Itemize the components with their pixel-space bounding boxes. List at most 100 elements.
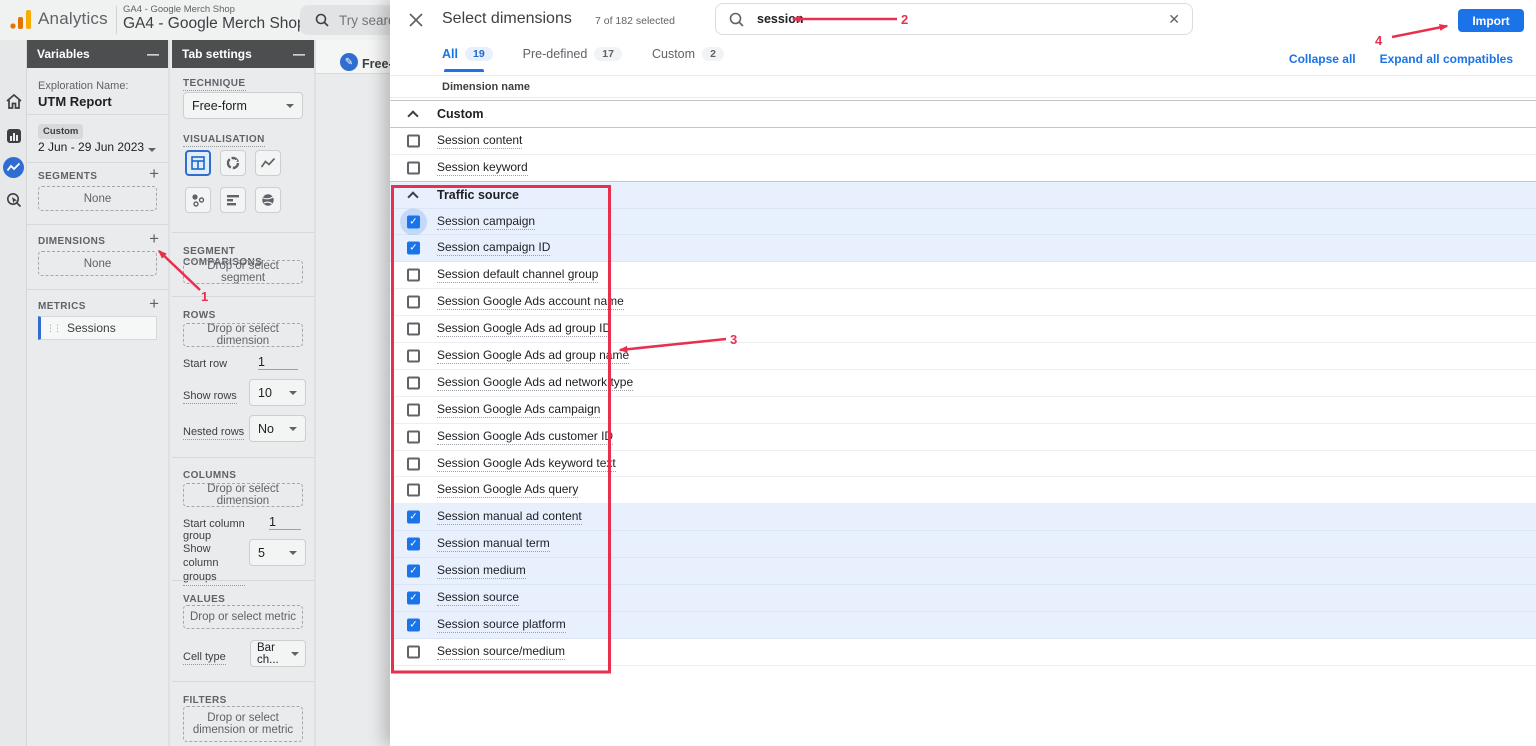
dimension-label[interactable]: Session Google Ads account name — [437, 294, 624, 310]
dimension-row[interactable]: ✓ Session manual ad content — [390, 504, 1536, 531]
minimize-icon[interactable]: — — [293, 47, 304, 61]
reports-icon[interactable] — [4, 126, 23, 145]
collapse-all-link[interactable]: Collapse all — [1289, 52, 1356, 66]
dimension-label[interactable]: Session manual ad content — [437, 509, 582, 525]
checkbox-unchecked[interactable] — [407, 376, 420, 389]
dimension-row[interactable]: ✓Session manual term — [390, 531, 1536, 558]
dimension-row[interactable]: ✓ Session source platform — [390, 612, 1536, 639]
tab-custom[interactable]: Custom 2 — [652, 47, 724, 61]
dimension-label[interactable]: Session Google Ads ad network type — [437, 375, 633, 391]
values-drop-zone[interactable]: Drop or select metric — [183, 605, 303, 629]
chevron-up-icon[interactable] — [407, 110, 418, 121]
home-icon[interactable] — [4, 92, 23, 111]
show-rows-select[interactable]: 10 — [249, 379, 306, 406]
dimension-row[interactable]: Session Google Ads ad group ID — [390, 316, 1536, 343]
dimension-label[interactable]: Session campaign — [437, 214, 535, 230]
dimension-label[interactable]: Session source platform — [437, 617, 566, 633]
dimension-row[interactable]: ✓ Session source — [390, 585, 1536, 612]
checkbox-unchecked[interactable] — [407, 645, 420, 658]
dimension-row[interactable]: ✓ Session campaign — [390, 209, 1536, 236]
drag-handle-icon[interactable]: ⋮⋮ — [46, 323, 60, 334]
dimension-row[interactable]: Session content — [390, 128, 1536, 155]
dimension-row[interactable]: Session Google Ads account name — [390, 289, 1536, 316]
minimize-icon[interactable]: — — [147, 47, 158, 61]
checkbox-checked[interactable]: ✓ — [407, 215, 420, 228]
freeform-tab-icon[interactable]: ✎ — [340, 53, 358, 71]
checkbox-unchecked[interactable] — [407, 269, 420, 282]
add-segment-button[interactable]: + — [149, 167, 159, 181]
checkbox-unchecked[interactable] — [407, 484, 420, 497]
dimension-label[interactable]: Session Google Ads customer ID — [437, 429, 613, 445]
checkbox-unchecked[interactable] — [407, 296, 420, 309]
nested-rows-select[interactable]: No — [249, 415, 306, 442]
checkbox-checked[interactable]: ✓ — [407, 591, 420, 604]
dimension-row[interactable]: Session Google Ads query — [390, 477, 1536, 504]
show-column-groups-select[interactable]: 5 — [249, 539, 306, 566]
segments-drop-zone[interactable]: None — [38, 186, 157, 211]
dimension-label[interactable]: Session Google Ads campaign — [437, 402, 600, 418]
dimension-row[interactable]: ✓ Session medium — [390, 558, 1536, 585]
viz-donut-button[interactable] — [220, 150, 246, 176]
tab-pre-defined[interactable]: Pre-defined 17 — [523, 47, 622, 61]
exploration-name-value[interactable]: UTM Report — [38, 94, 112, 109]
add-metric-button[interactable]: + — [149, 297, 159, 311]
dimension-label[interactable]: Session campaign ID — [437, 240, 550, 256]
dimension-label[interactable]: Session source/medium — [437, 644, 565, 660]
filters-drop-zone[interactable]: Drop or select dimension or metric — [183, 706, 303, 742]
columns-drop-zone[interactable]: Drop or select dimension — [183, 483, 303, 507]
dimension-label[interactable]: Session Google Ads ad group ID — [437, 321, 611, 337]
checkbox-checked[interactable]: ✓ — [407, 511, 420, 524]
checkbox-unchecked[interactable] — [407, 323, 420, 336]
dimension-label[interactable]: Session keyword — [437, 160, 528, 176]
checkbox-checked[interactable]: ✓ — [407, 618, 420, 631]
dimension-label[interactable]: Session medium — [437, 563, 526, 579]
dimension-search-box[interactable]: ✕ — [715, 3, 1193, 35]
dimension-row[interactable]: Session source/medium — [390, 639, 1536, 666]
explore-icon[interactable] — [3, 157, 24, 178]
checkbox-unchecked[interactable] — [407, 457, 420, 470]
tab-all[interactable]: All 19 — [442, 47, 493, 61]
rows-drop-zone[interactable]: Drop or select dimension — [183, 323, 303, 347]
property-switcher[interactable]: GA4 - Google Merch Shop — [123, 15, 306, 33]
viz-bar-button[interactable] — [220, 187, 246, 213]
viz-scatter-button[interactable] — [185, 187, 211, 213]
checkbox-checked[interactable]: ✓ — [407, 242, 420, 255]
dimension-label[interactable]: Session default channel group — [437, 267, 598, 283]
metric-chip-sessions[interactable]: ⋮⋮ Sessions — [38, 316, 157, 340]
dimension-row[interactable]: Session default channel group — [390, 262, 1536, 289]
start-row-input[interactable]: 1 — [258, 355, 298, 370]
advertising-icon[interactable] — [4, 190, 23, 209]
dimension-label[interactable]: Session Google Ads ad group name — [437, 348, 629, 364]
checkbox-unchecked[interactable] — [407, 161, 420, 174]
checkbox-checked[interactable]: ✓ — [407, 538, 420, 551]
checkbox-unchecked[interactable] — [407, 134, 420, 147]
dimension-group-row[interactable]: Custom — [390, 101, 1536, 128]
viz-table-button[interactable] — [185, 150, 211, 176]
viz-geo-button[interactable] — [255, 187, 281, 213]
dimension-label[interactable]: Session Google Ads query — [437, 482, 578, 498]
checkbox-unchecked[interactable] — [407, 349, 420, 362]
dimension-row[interactable]: Session Google Ads ad network type — [390, 370, 1536, 397]
dimension-row[interactable]: Session Google Ads customer ID — [390, 424, 1536, 451]
cell-type-select[interactable]: Bar ch... — [250, 640, 306, 667]
start-column-group-input[interactable]: 1 — [269, 515, 301, 530]
clear-search-icon[interactable]: ✕ — [1168, 11, 1180, 28]
date-range-selector[interactable]: 2 Jun - 29 Jun 2023 — [38, 140, 144, 154]
dimension-row[interactable]: Session Google Ads ad group name — [390, 343, 1536, 370]
expand-all-compatibles-link[interactable]: Expand all compatibles — [1380, 52, 1513, 66]
dimension-row[interactable]: Session Google Ads campaign — [390, 397, 1536, 424]
dimension-label[interactable]: Session Google Ads keyword text — [437, 456, 616, 472]
dimension-label[interactable]: Session content — [437, 133, 522, 149]
chevron-down-icon[interactable] — [148, 148, 156, 156]
segment-comparisons-drop-zone[interactable]: Drop or select segment — [183, 260, 303, 284]
chevron-up-icon[interactable] — [407, 191, 418, 202]
dimension-row[interactable]: Session keyword — [390, 155, 1536, 182]
dimensions-drop-zone[interactable]: None — [38, 251, 157, 276]
import-button[interactable]: Import — [1458, 9, 1524, 32]
checkbox-unchecked[interactable] — [407, 430, 420, 443]
dimension-label[interactable]: Session source — [437, 590, 519, 606]
add-dimension-button[interactable]: + — [149, 232, 159, 246]
checkbox-unchecked[interactable] — [407, 403, 420, 416]
dimension-search-input[interactable] — [757, 12, 1047, 26]
checkbox-checked[interactable]: ✓ — [407, 565, 420, 578]
